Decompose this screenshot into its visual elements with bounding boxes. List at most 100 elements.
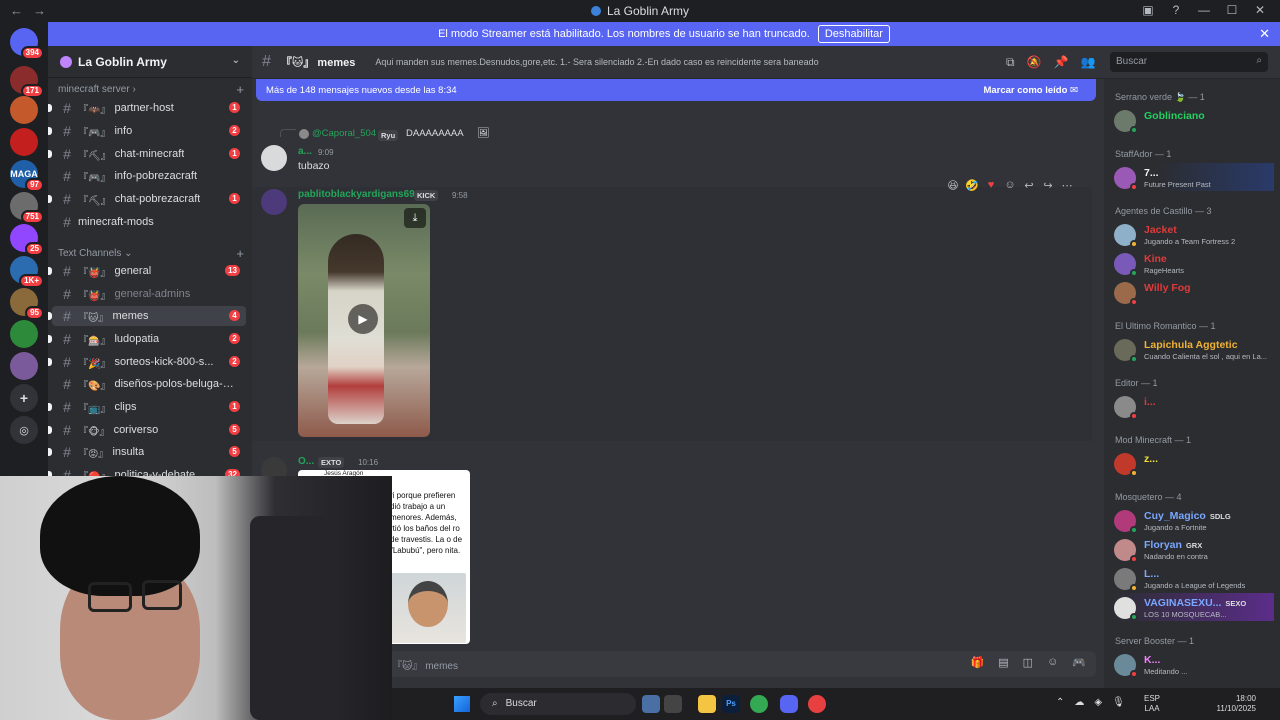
message-username[interactable]: O... xyxy=(298,456,314,467)
photoshop-icon[interactable]: Ps xyxy=(722,695,740,713)
channel-item-coriverso[interactable]: # 『🐵』 coriverso 5 xyxy=(48,420,246,440)
message-username[interactable]: a... xyxy=(298,146,312,157)
discover-icon[interactable]: ◎ xyxy=(10,416,38,444)
notification-mute-icon[interactable]: 🔕 xyxy=(1027,55,1042,70)
channel-item-insulta[interactable]: # 『😡』 insulta 5 xyxy=(48,442,246,462)
chevron-down-icon[interactable]: ⌄ xyxy=(232,55,240,66)
reaction-icon[interactable]: 🤣 xyxy=(965,179,979,197)
server-icon[interactable]: 171 xyxy=(10,66,44,98)
channel-item-general-admins[interactable]: # 『👹』 general-admins xyxy=(52,284,246,304)
server-icon[interactable]: MAGA 97 xyxy=(10,160,44,192)
chrome-icon[interactable] xyxy=(750,695,768,713)
channel-item-dise-os-polos-beluga-ar[interactable]: # 『🎨』 diseños-polos-beluga-ar... xyxy=(52,374,246,394)
pin-icon[interactable]: 📌 xyxy=(1054,55,1069,70)
avatar[interactable] xyxy=(261,145,287,171)
widgets-icon[interactable] xyxy=(642,695,660,713)
microphone-icon[interactable]: 🎙 xyxy=(1112,697,1125,708)
server-icon[interactable]: 394 xyxy=(10,28,44,60)
gif-icon[interactable]: ▤ xyxy=(998,656,1008,669)
task-view-icon[interactable] xyxy=(664,695,682,713)
server-icon[interactable]: 25 xyxy=(10,224,44,256)
channel-item-memes[interactable]: # 『🐱』 memes 4 xyxy=(48,306,246,326)
shield-icon[interactable]: ◈ xyxy=(1094,697,1102,708)
message-composer[interactable]: 『🐱』 memes 🎁 ▤ ◫ ☺ 🎮 xyxy=(382,651,1096,677)
member-list-icon[interactable]: 👥 xyxy=(1080,55,1095,70)
server-icon[interactable] xyxy=(10,128,38,156)
member-item[interactable]: z... xyxy=(1110,449,1274,477)
member-item[interactable]: VAGINASEXU... SEXO LOS 10 MOSQUECAB... xyxy=(1110,593,1274,621)
video-attachment[interactable]: ▶ ⤓ xyxy=(298,204,430,437)
search-input[interactable]: Buscar ⌕ xyxy=(1110,52,1268,72)
more-icon[interactable]: ⋯ xyxy=(1060,179,1074,197)
new-messages-bar[interactable]: Más de 148 mensajes nuevos desde las 8:3… xyxy=(256,79,1096,101)
server-icon[interactable] xyxy=(10,96,38,124)
member-item[interactable]: Kine RageHearts xyxy=(1110,249,1274,277)
message-username[interactable]: pablitoblackyardigans69 xyxy=(298,189,415,200)
inbox-icon[interactable]: ▣ xyxy=(1134,3,1162,17)
member-item[interactable]: Willy Fog xyxy=(1110,278,1274,306)
disable-streamer-button[interactable]: Deshabilitar xyxy=(817,25,890,43)
discord-icon[interactable] xyxy=(780,695,798,713)
member-item[interactable]: L... Jugando a League of Legends xyxy=(1110,564,1274,592)
channel-item-info[interactable]: # 『🎮』 info 2 xyxy=(48,121,246,141)
close-button[interactable]: ✕ xyxy=(1246,3,1274,17)
play-icon[interactable]: ▶ xyxy=(348,304,378,334)
member-item[interactable]: Goblinciano xyxy=(1110,106,1274,134)
avatar[interactable] xyxy=(261,189,287,215)
channel-item-partner-host[interactable]: # 『🦇』 partner-host 1 xyxy=(48,98,246,118)
member-item[interactable]: i... xyxy=(1110,392,1274,420)
channel-topic[interactable]: Aqui manden sus memes.Desnudos,gore,etc.… xyxy=(375,57,818,67)
channel-item-ludopatia[interactable]: # 『🎰』 ludopatia 2 xyxy=(48,329,246,349)
channel-item-clips[interactable]: # 『📺』 clips 1 xyxy=(48,397,246,417)
forward-icon[interactable]: ↪ xyxy=(1041,179,1055,197)
app-icon[interactable] xyxy=(808,695,826,713)
input-language[interactable]: ESP LAA xyxy=(1144,694,1160,714)
category-text-channels[interactable]: Text Channels ⌄ + xyxy=(58,246,244,261)
file-explorer-icon[interactable] xyxy=(698,695,716,713)
chevron-up-icon[interactable]: ⌃ xyxy=(1056,697,1064,708)
download-icon[interactable]: ⤓ xyxy=(404,208,426,228)
cloud-icon[interactable]: ☁ xyxy=(1074,697,1084,708)
add-channel-icon[interactable]: + xyxy=(236,82,244,97)
emoji-icon[interactable]: ☺ xyxy=(1047,656,1058,669)
server-icon[interactable]: 95 xyxy=(10,288,44,320)
reaction-icon[interactable]: 😆 xyxy=(946,179,960,197)
maximize-button[interactable]: ☐ xyxy=(1218,3,1246,17)
gift-icon[interactable]: 🎁 xyxy=(971,656,985,669)
windows-start-icon[interactable] xyxy=(454,696,470,712)
channel-item-chat-pobrezacraft[interactable]: # 『⛏』 chat-pobrezacraft 1 xyxy=(48,189,246,209)
category-minecraft[interactable]: minecraft server › + xyxy=(58,82,244,97)
add-server-icon[interactable]: + xyxy=(10,384,38,412)
member-item[interactable]: 7... Future Present Past xyxy=(1110,163,1274,191)
member-item[interactable]: Floryan GRX Nadando en contra xyxy=(1110,535,1274,563)
member-item[interactable]: Jacket Jugando a Team Fortress 2 xyxy=(1110,220,1274,248)
channel-item-sorteos-kick-800-s[interactable]: # 『🎉』 sorteos-kick-800-s... 2 xyxy=(48,352,246,372)
server-icon[interactable]: 751 xyxy=(10,192,44,224)
add-channel-icon[interactable]: + xyxy=(236,246,244,261)
server-icon[interactable]: 1K+ xyxy=(10,256,44,288)
server-header[interactable]: La Goblin Army ⌄ xyxy=(48,46,252,78)
channel-item-info-pobrezacraft[interactable]: # 『🎮』 info-pobrezacraft xyxy=(52,166,246,186)
member-item[interactable]: Lapichula Aggtetic Cuando Calienta el sol… xyxy=(1110,335,1274,363)
mark-as-read-button[interactable]: Marcar como leído ✉ xyxy=(983,85,1078,96)
sticker-icon[interactable]: ◫ xyxy=(1023,656,1033,669)
server-icon[interactable] xyxy=(10,320,38,348)
channel-item-chat-minecraft[interactable]: # 『⛏』 chat-minecraft 1 xyxy=(48,144,246,164)
clock[interactable]: 18:00 11/10/2025 xyxy=(1210,694,1256,714)
channel-item-general[interactable]: # 『👹』 general 13 xyxy=(48,261,246,281)
server-icon[interactable] xyxy=(10,352,38,380)
add-reaction-icon[interactable]: ☺ xyxy=(1003,179,1017,197)
channel-item-minecraft-mods[interactable]: # minecraft-mods xyxy=(52,212,246,232)
member-item[interactable]: K... Meditando ... xyxy=(1110,650,1274,678)
reply-text[interactable]: DAAAAAAAA xyxy=(406,128,464,139)
member-item[interactable]: Cuy_Magico SDLG Jugando a Fortnite xyxy=(1110,506,1274,534)
minimize-button[interactable]: — xyxy=(1190,3,1218,17)
threads-icon[interactable]: ⧉ xyxy=(1006,55,1015,70)
close-icon[interactable]: ✕ xyxy=(1259,26,1270,42)
apps-icon[interactable]: 🎮 xyxy=(1072,656,1086,669)
reply-username[interactable]: @Caporal_504 xyxy=(312,128,376,139)
help-icon[interactable]: ? xyxy=(1162,3,1190,17)
reply-icon[interactable]: ↩ xyxy=(1022,179,1036,197)
heart-icon[interactable]: ♥ xyxy=(984,179,998,197)
taskbar-search[interactable]: ⌕ Buscar xyxy=(480,693,636,715)
